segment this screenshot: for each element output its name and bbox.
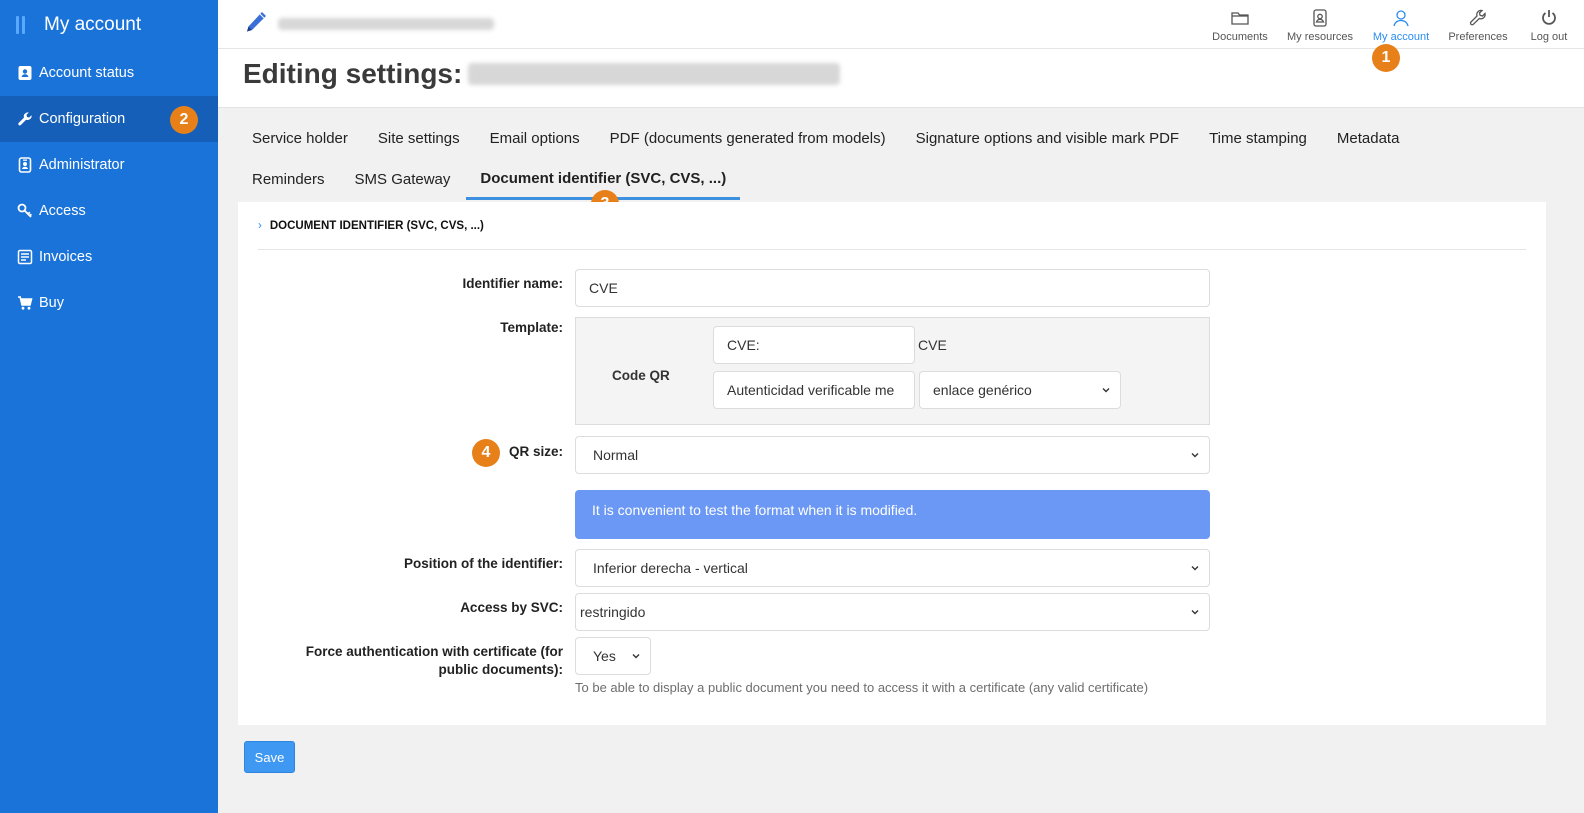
topnav-my-resources[interactable]: My resources (1280, 0, 1360, 48)
top-nav: Documents My resources My account Prefer… (1200, 0, 1584, 48)
folder-icon (1231, 12, 1249, 25)
sidebar-item-administrator[interactable]: Administrator (0, 142, 218, 188)
account-name-redacted (468, 63, 841, 85)
code-qr-label: Code QR (612, 368, 670, 383)
wrench-icon (17, 111, 33, 127)
access-svc-select[interactable]: restringido (575, 593, 1210, 631)
tab-site-settings[interactable]: Site settings (364, 118, 474, 159)
topnav-my-account[interactable]: My account (1360, 0, 1442, 48)
sidebar-item-label: Account status (39, 65, 135, 81)
select-value: Inferior derecha - vertical (593, 560, 748, 576)
brand-logo-icon (16, 16, 26, 34)
step-badge-4: 4 (472, 439, 500, 467)
account-name-redacted (278, 18, 494, 30)
header: Editing settings: Documents My resources… (218, 0, 1584, 108)
chevron-down-icon (632, 654, 640, 659)
chevron-down-icon (1102, 388, 1110, 393)
topnav-log-out[interactable]: Log out (1514, 0, 1584, 48)
tab-time-stamping[interactable]: Time stamping (1195, 118, 1321, 159)
tab-signature-options[interactable]: Signature options and visible mark PDF (902, 118, 1193, 159)
info-alert: It is convenient to test the format when… (575, 490, 1210, 539)
sidebar-item-invoices[interactable]: Invoices (0, 234, 218, 280)
position-label: Position of the identifier: (404, 556, 563, 571)
sidebar-item-label: Buy (39, 295, 64, 311)
template-text-input[interactable]: Autenticidad verificable me (713, 371, 915, 409)
page-title: Editing settings: (243, 58, 841, 90)
select-value: restringido (580, 604, 646, 620)
access-svc-label: Access by SVC: (460, 600, 563, 615)
select-value: enlace genérico (933, 382, 1032, 398)
id-badge-icon (17, 157, 33, 173)
sidebar: My account Account status Configuration … (0, 0, 218, 813)
qr-size-select[interactable]: Normal (575, 436, 1210, 474)
identifier-name-label: Identifier name: (462, 276, 563, 291)
section-title: DOCUMENT IDENTIFIER (SVC, CVS, ...) (269, 220, 484, 232)
select-value: Yes (593, 648, 616, 664)
invoice-icon (17, 249, 33, 265)
key-icon (17, 203, 33, 219)
select-value: Normal (593, 447, 639, 463)
tab-reminders[interactable]: Reminders (238, 159, 339, 200)
cart-icon (17, 295, 33, 311)
user-icon (1393, 10, 1409, 27)
force-auth-hint: To be able to display a public document … (575, 680, 1149, 695)
template-prefix-preview: CVE (918, 337, 947, 353)
force-auth-label: Force authentication with certificate (f… (306, 643, 563, 679)
topnav-documents[interactable]: Documents (1200, 0, 1280, 48)
force-auth-label-line2: public documents): (438, 662, 564, 677)
contacts-book-icon (1313, 9, 1327, 27)
topnav-label: Preferences (1448, 31, 1508, 43)
contact-card-icon (17, 65, 33, 81)
tab-metadata[interactable]: Metadata (1323, 118, 1414, 159)
wrench-icon (1469, 9, 1486, 26)
chevron-down-icon (1191, 610, 1199, 615)
sidebar-brand[interactable]: My account (0, 0, 218, 50)
identifier-name-input[interactable]: CVE (575, 269, 1210, 307)
template-label: Template: (500, 320, 563, 335)
save-button[interactable]: Save (244, 741, 295, 773)
chevron-down-icon (1191, 453, 1199, 458)
sidebar-item-access[interactable]: Access (0, 188, 218, 234)
position-select[interactable]: Inferior derecha - vertical (575, 549, 1210, 587)
step-badge-2: 2 (170, 106, 198, 134)
section-header[interactable]: › DOCUMENT IDENTIFIER (SVC, CVS, ...) (258, 220, 1526, 250)
topnav-label: Documents (1212, 31, 1268, 43)
sidebar-item-label: Access (39, 203, 86, 219)
topnav-label: My resources (1286, 31, 1354, 43)
sidebar-item-buy[interactable]: Buy (0, 280, 218, 326)
chevron-right-icon: › (258, 220, 262, 232)
tab-pdf[interactable]: PDF (documents generated from models) (596, 118, 900, 159)
page-title-text: Editing settings: (243, 58, 463, 89)
topnav-label: Log out (1530, 31, 1568, 43)
tab-email-options[interactable]: Email options (476, 118, 594, 159)
power-icon (1542, 10, 1556, 25)
sidebar-item-label: Configuration (39, 111, 126, 127)
step-badge-1: 1 (1372, 44, 1400, 72)
pen-icon (247, 12, 266, 32)
tab-service-holder[interactable]: Service holder (238, 118, 362, 159)
template-box: Code QR CVE: CVE Autenticidad verificabl… (575, 317, 1210, 425)
chevron-down-icon (1191, 566, 1199, 571)
template-link-select[interactable]: enlace genérico (919, 371, 1121, 409)
tab-sms-gateway[interactable]: SMS Gateway (341, 159, 465, 200)
settings-tabs: Service holder Site settings Email optio… (238, 118, 1568, 200)
topnav-label: My account (1372, 31, 1430, 43)
force-auth-label-line1: Force authentication with certificate (f… (305, 644, 563, 659)
sidebar-item-account-status[interactable]: Account status (0, 50, 218, 96)
sidebar-item-label: Invoices (39, 249, 93, 265)
template-prefix-input[interactable]: CVE: (713, 326, 915, 364)
topnav-preferences[interactable]: Preferences (1442, 0, 1514, 48)
sidebar-item-label: Administrator (39, 157, 125, 173)
brand-title: My account (44, 14, 142, 35)
force-auth-select[interactable]: Yes (575, 637, 651, 675)
document-identifier-panel: › DOCUMENT IDENTIFIER (SVC, CVS, ...) Id… (238, 202, 1546, 725)
qr-size-label: QR size: (508, 444, 563, 459)
